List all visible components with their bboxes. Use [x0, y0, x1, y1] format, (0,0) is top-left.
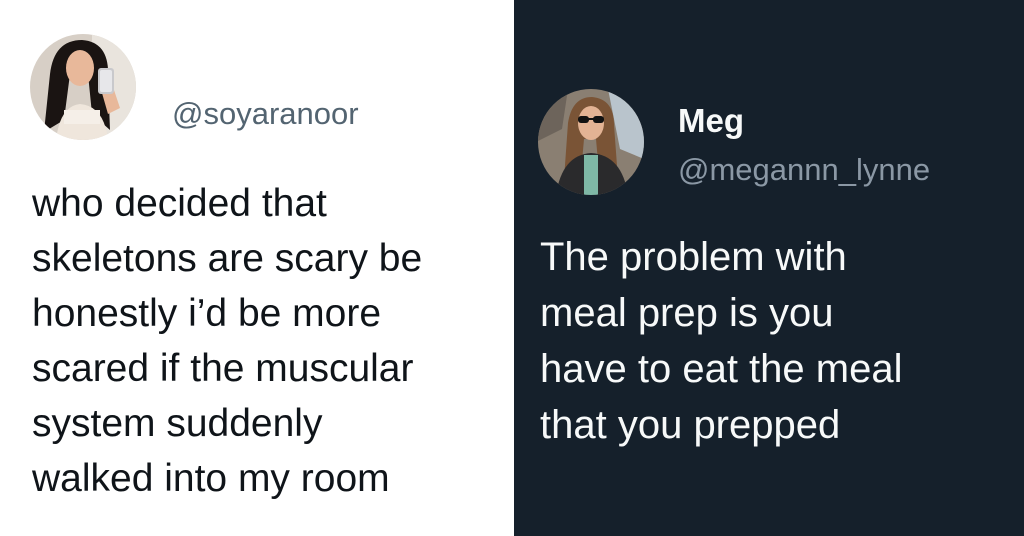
avatar-soyaranoor[interactable] [30, 34, 136, 140]
tweet-line: who decided that [32, 182, 327, 225]
tweet-line: skeletons are scary be [32, 237, 423, 280]
tweet-card-soyaranoor: @soyaranoor who decided that skeletons a… [0, 0, 514, 536]
tweet-line: have to eat the meal [540, 347, 903, 391]
tweet-card-megannn-lynne: Meg @megannn_lynne The problem with meal… [514, 0, 1024, 536]
tweet-text: The problem with meal prep is you have t… [540, 229, 902, 453]
tweet-line: The problem with [540, 235, 847, 279]
tweet-line: system suddenly [32, 402, 323, 445]
tweet-line: meal prep is you [540, 291, 834, 335]
tweet-line: that you prepped [540, 403, 841, 447]
tweet-comparison: @soyaranoor who decided that skeletons a… [0, 0, 1024, 536]
profile-photo-icon [538, 89, 644, 195]
user-handle[interactable]: @soyaranoor [172, 94, 359, 134]
tweet-line: scared if the muscular [32, 347, 414, 390]
tweet-text: who decided that skeletons are scary be … [32, 176, 422, 506]
tweet-line: honestly i’d be more [32, 292, 382, 335]
user-handle[interactable]: @megannn_lynne [678, 150, 930, 190]
avatar-megannn-lynne[interactable] [538, 89, 644, 195]
display-name[interactable]: Meg [678, 100, 744, 142]
profile-photo-icon [30, 34, 136, 140]
tweet-line: walked into my room [32, 457, 390, 500]
